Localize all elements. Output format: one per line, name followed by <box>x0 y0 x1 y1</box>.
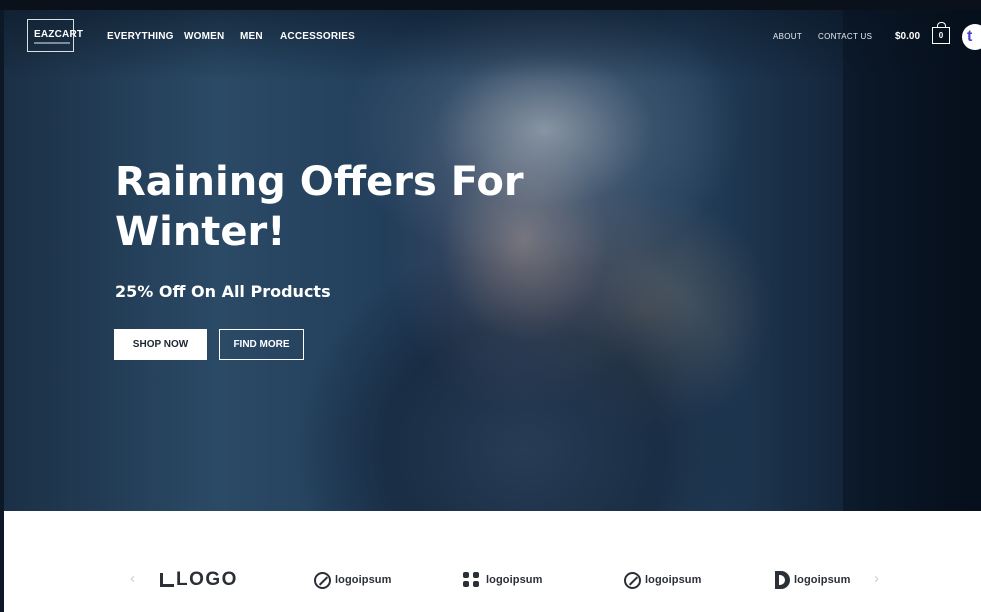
hero-title: Raining Offers For Winter! <box>115 159 524 255</box>
extension-badge-icon[interactable]: t <box>962 24 981 50</box>
find-more-button[interactable]: FIND MORE <box>219 329 304 360</box>
hero-subtitle: 25% Off On All Products <box>115 282 331 301</box>
brand-logo-3[interactable]: logoipsum <box>463 569 543 591</box>
site-logo-tagline-line <box>34 42 70 44</box>
brand-logo-strip <box>4 511 981 612</box>
logo-square-icon <box>160 573 174 587</box>
logoipsum-circle-icon <box>624 571 641 589</box>
nav-everything[interactable]: EVERYTHING <box>107 31 174 42</box>
brand-logo-5[interactable]: logoipsum <box>775 569 851 591</box>
logoipsum-circle-icon <box>314 571 331 589</box>
cart-count: 0 <box>938 31 944 40</box>
nav-contact-us[interactable]: CONTACT US <box>818 32 872 41</box>
browser-top-edge <box>0 0 981 10</box>
site-logo-text: EAZCART <box>34 29 84 40</box>
logoipsum-d-icon <box>775 571 790 589</box>
cart-total[interactable]: $0.00 <box>895 31 920 42</box>
browser-viewport: EAZCART EVERYTHING WOMEN MEN ACCESSORIES… <box>0 0 981 612</box>
nav-women[interactable]: WOMEN <box>184 31 224 42</box>
nav-about[interactable]: ABOUT <box>773 32 802 41</box>
chevron-right-icon[interactable]: › <box>874 570 879 587</box>
cart-bag-icon[interactable]: 0 <box>932 22 950 44</box>
hero-banner <box>4 10 981 511</box>
nav-men[interactable]: MEN <box>240 31 263 42</box>
nav-accessories[interactable]: ACCESSORIES <box>280 31 355 42</box>
brand-logo-2[interactable]: logoipsum <box>314 569 392 591</box>
brand-logo-1[interactable]: LOGO <box>160 569 238 591</box>
shop-now-button[interactable]: SHOP NOW <box>114 329 207 360</box>
brand-logo-4[interactable]: logoipsum <box>624 569 702 591</box>
chevron-left-icon[interactable]: ‹ <box>130 570 135 587</box>
logoipsum-dots-icon <box>463 572 481 588</box>
